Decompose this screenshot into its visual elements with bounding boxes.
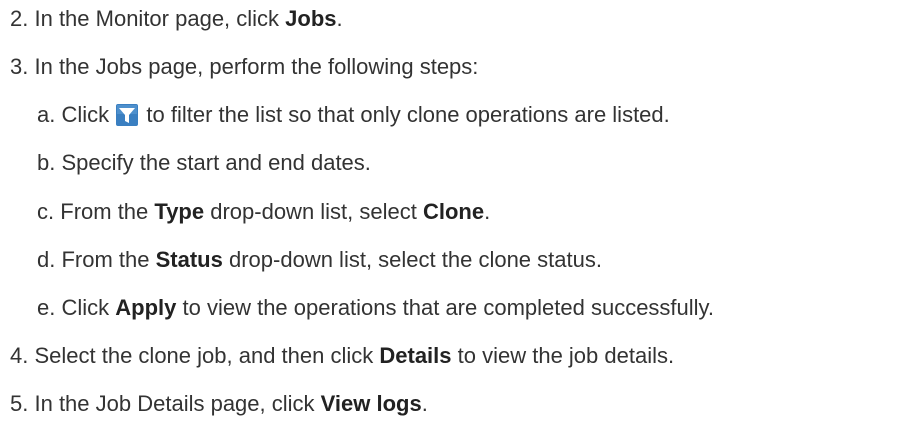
step-text: drop-down list, select: [204, 199, 423, 224]
step-text: In the Job Details page, click: [34, 391, 321, 416]
ui-term-clone: Clone: [422, 199, 485, 224]
step-number: c.: [37, 199, 55, 224]
ui-term-view-logs: View logs: [320, 391, 422, 416]
ui-term-details: Details: [379, 343, 452, 368]
filter-icon: [116, 104, 139, 126]
ui-term-apply: Apply: [115, 295, 177, 320]
step-text: drop-down list, select the clone status.: [222, 247, 602, 272]
step-text: In the Monitor page, click: [34, 6, 286, 31]
substep-c: c. From the Type drop-down list, select …: [37, 199, 490, 225]
step-number: d.: [37, 247, 56, 272]
step-number: 5.: [10, 391, 29, 416]
step-text: Click: [61, 102, 116, 127]
step-text: .: [484, 199, 491, 224]
step-text: In the Jobs page, perform the following …: [34, 54, 479, 79]
step-text: Click: [61, 295, 116, 320]
substep-b: b. Specify the start and end dates.: [37, 150, 371, 176]
step-text: to view the operations that are complete…: [176, 295, 715, 320]
step-number: 3.: [10, 54, 29, 79]
step-text: From the: [61, 247, 156, 272]
step-number: a.: [37, 102, 56, 127]
step-text: .: [336, 6, 343, 31]
step-text: Specify the start and end dates.: [61, 150, 371, 175]
step-2: 2. In the Monitor page, click Jobs.: [10, 6, 343, 32]
step-number: 4.: [10, 343, 29, 368]
step-3: 3. In the Jobs page, perform the followi…: [10, 54, 478, 80]
ui-term-jobs: Jobs: [285, 6, 337, 31]
ui-term-status: Status: [155, 247, 223, 272]
step-number: e.: [37, 295, 56, 320]
step-text: Select the clone job, and then click: [34, 343, 380, 368]
step-4: 4. Select the clone job, and then click …: [10, 343, 674, 369]
substep-a: a. Click to filter the list so that only…: [37, 102, 670, 128]
ui-term-type: Type: [154, 199, 205, 224]
step-text: to filter the list so that only clone op…: [140, 102, 670, 127]
substep-e: e. Click Apply to view the operations th…: [37, 295, 714, 321]
step-text: to view the job details.: [451, 343, 675, 368]
step-number: 2.: [10, 6, 29, 31]
step-text: From the: [60, 199, 155, 224]
step-text: .: [421, 391, 428, 416]
substep-d: d. From the Status drop-down list, selec…: [37, 247, 602, 273]
step-5: 5. In the Job Details page, click View l…: [10, 391, 428, 417]
step-number: b.: [37, 150, 56, 175]
